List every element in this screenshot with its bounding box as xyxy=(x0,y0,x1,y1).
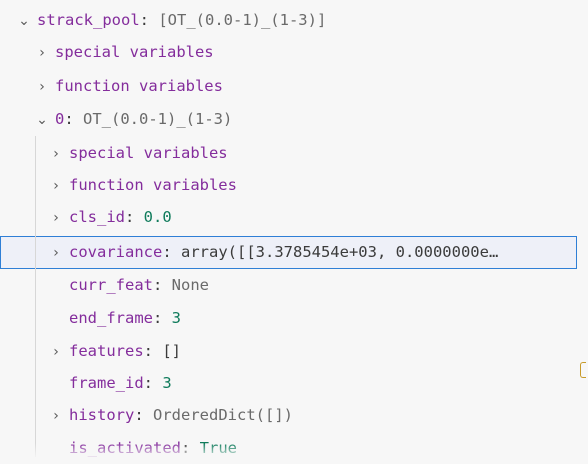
group-label: special variables xyxy=(69,144,228,162)
group-label: function variables xyxy=(69,176,237,194)
tree-row-history[interactable]: › history: OrderedDict([]) xyxy=(0,399,577,431)
variable-name: strack_pool xyxy=(37,11,140,29)
variable-name: curr_feat xyxy=(69,276,153,294)
chevron-right-icon[interactable]: › xyxy=(49,238,63,268)
tree-row-cls-id[interactable]: › cls_id: 0.0 xyxy=(0,201,577,233)
chevron-right-icon[interactable]: › xyxy=(35,37,49,68)
tree-row-strack-pool[interactable]: ⌄ strack_pool: [OT_(0.0-1)_(1-3)] xyxy=(0,4,577,36)
variable-name: covariance xyxy=(69,243,163,261)
variable-value: [] xyxy=(162,342,181,360)
tree-row-covariance[interactable]: › covariance: array([[3.3785454e+03, 0.00… xyxy=(0,236,577,269)
variable-name: frame_id xyxy=(69,374,144,392)
chevron-right-icon[interactable]: › xyxy=(49,400,63,431)
tree-row-is-activated[interactable]: ›is_activated: True xyxy=(0,432,577,464)
variable-value: 3 xyxy=(162,374,172,392)
variable-value: None xyxy=(171,276,209,294)
tree-row-special-variables[interactable]: › special variables xyxy=(0,36,577,68)
chevron-down-icon[interactable]: ⌄ xyxy=(17,5,31,36)
variable-value: [OT_(0.0-1)_(1-3)] xyxy=(158,11,327,29)
tree-row-features[interactable]: › features: [] xyxy=(0,335,577,367)
chevron-right-icon[interactable]: › xyxy=(49,336,63,367)
tree-row-special-variables[interactable]: › special variables xyxy=(0,137,577,169)
variable-value: array([[3.3785454e+03, 0.0000000e… xyxy=(181,243,499,261)
tree-row-item-0[interactable]: ⌄ 0: OT_(0.0-1)_(1-3) xyxy=(0,103,577,135)
variable-name: end_frame xyxy=(69,309,153,327)
variable-value: OT_(0.0-1)_(1-3) xyxy=(83,110,233,128)
bracket-marker xyxy=(580,362,586,378)
variable-name: history xyxy=(69,406,135,424)
group-label: function variables xyxy=(55,77,223,95)
tree-row-function-variables[interactable]: › function variables xyxy=(0,70,577,102)
chevron-right-icon[interactable]: › xyxy=(49,202,63,233)
tree-row-frame-id[interactable]: ›frame_id: 3 xyxy=(0,367,577,399)
variables-tree: ⌄ strack_pool: [OT_(0.0-1)_(1-3)] › specia… xyxy=(0,0,588,457)
chevron-right-icon[interactable]: › xyxy=(49,138,63,169)
variable-name: cls_id xyxy=(69,208,125,226)
group-label: special variables xyxy=(55,43,214,61)
indent-guide xyxy=(35,136,36,457)
tree-row-function-variables[interactable]: › function variables xyxy=(0,169,577,201)
variable-value: True xyxy=(199,439,237,457)
chevron-down-icon[interactable]: ⌄ xyxy=(35,104,49,135)
variable-value: OrderedDict([]) xyxy=(153,406,293,424)
chevron-right-icon[interactable]: › xyxy=(35,71,49,102)
tree-row-curr-feat[interactable]: ›curr_feat: None xyxy=(0,269,577,301)
variable-name: features xyxy=(69,342,144,360)
chevron-right-icon[interactable]: › xyxy=(49,170,63,201)
variable-value: 0.0 xyxy=(143,208,172,226)
tree-row-end-frame[interactable]: ›end_frame: 3 xyxy=(0,302,577,334)
variable-name: is_activated xyxy=(69,439,181,457)
variable-name: 0 xyxy=(55,110,65,128)
variable-value: 3 xyxy=(171,309,182,327)
